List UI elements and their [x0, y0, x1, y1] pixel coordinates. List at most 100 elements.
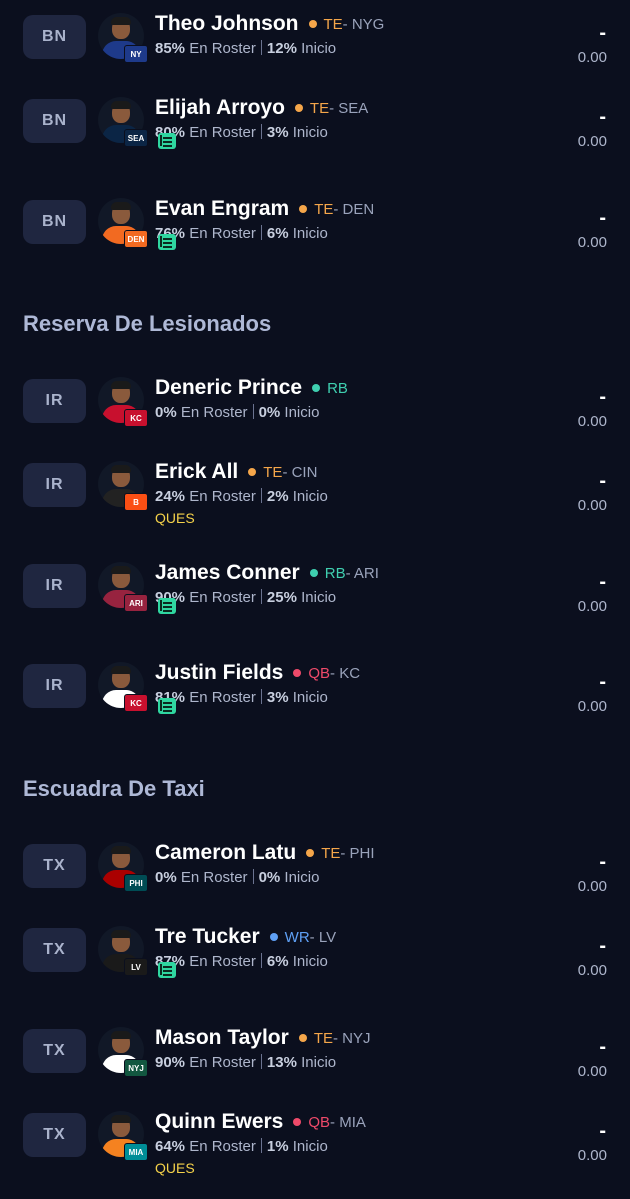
player-position: TE: [321, 844, 341, 862]
player-avatar[interactable]: DEN: [98, 198, 148, 248]
section-title-injured-reserve: Reserva De Lesionados: [23, 311, 272, 336]
start-pct: 3%: [266, 689, 289, 706]
player-name[interactable]: Mason Taylor: [155, 1026, 289, 1050]
position-dot-icon: [293, 1118, 302, 1126]
player-avatar[interactable]: ARI: [98, 562, 148, 612]
projection-value: 0.00: [577, 413, 607, 430]
start-pct: 0%: [258, 404, 281, 421]
player-avatar[interactable]: KC: [98, 377, 148, 427]
player-name-line: Tre Tucker WR - LV: [155, 925, 336, 949]
player-avatar[interactable]: MIA: [98, 1111, 148, 1161]
stats-divider: [252, 869, 254, 884]
slot-button[interactable]: IR: [23, 664, 86, 708]
slot-label: TX: [43, 941, 66, 958]
projection-dash: -: [599, 470, 606, 492]
projection-dash: -: [599, 671, 606, 693]
player-name[interactable]: Evan Engram: [155, 197, 289, 221]
team-logo-icon: KC: [124, 409, 148, 427]
team-logo-icon: LV: [124, 958, 148, 976]
player-team: - SEA: [329, 99, 369, 117]
player-stats: 87% En Roster6% Inicio: [155, 953, 328, 970]
slot-label: BN: [41, 112, 68, 129]
player-name[interactable]: Justin Fields: [155, 661, 283, 685]
player-avatar[interactable]: SEA: [98, 97, 148, 147]
player-team: - KC: [330, 664, 361, 682]
slot-button[interactable]: TX: [23, 844, 86, 888]
start-label: Inicio: [292, 124, 328, 141]
slot-label: TX: [43, 1042, 66, 1059]
start-pct: 1%: [266, 1138, 289, 1155]
projection-value: 0.00: [577, 497, 607, 514]
slot-label: IR: [45, 392, 64, 409]
start-label: Inicio: [292, 488, 328, 505]
player-stats: 81% En Roster3% Inicio: [155, 689, 328, 706]
team-logo-icon: ARI: [124, 594, 148, 612]
player-name[interactable]: Quinn Ewers: [155, 1110, 283, 1134]
roster-label: En Roster: [189, 1054, 256, 1071]
player-avatar[interactable]: KC: [98, 662, 148, 712]
roster-label: En Roster: [189, 225, 256, 242]
player-team: - CIN: [282, 463, 318, 481]
player-position: TE: [263, 463, 283, 481]
news-icon[interactable]: [158, 698, 176, 714]
news-icon[interactable]: [158, 598, 176, 614]
player-row[interactable]: TX MIA Quinn Ewers QB - MIA 64% En Roste…: [0, 0, 630, 1176]
injury-status: QUES: [155, 1160, 195, 1176]
position-dot-icon: [293, 669, 302, 677]
news-icon[interactable]: [158, 962, 176, 978]
slot-button[interactable]: TX: [23, 1113, 86, 1157]
player-name[interactable]: Erick All: [155, 460, 238, 484]
player-stats: 0% En Roster 0% Inicio: [155, 404, 319, 421]
roster-label: En Roster: [189, 488, 256, 505]
position-dot-icon: [269, 933, 278, 941]
player-position: TE: [323, 15, 343, 33]
slot-button[interactable]: TX: [23, 1029, 86, 1073]
roster-pct: 24%: [155, 488, 186, 505]
player-position: TE: [313, 1029, 333, 1047]
player-team: - NYJ: [332, 1029, 371, 1047]
player-avatar[interactable]: NYJ: [98, 1027, 148, 1077]
team-logo-icon: PHI: [124, 874, 148, 892]
player-avatar[interactable]: B: [98, 461, 148, 511]
roster-pct: 85%: [155, 40, 186, 57]
slot-button[interactable]: IR: [23, 379, 86, 423]
projection-value: 0.00: [577, 598, 607, 615]
slot-label: IR: [45, 677, 64, 694]
stats-divider: [252, 404, 254, 419]
player-name[interactable]: Cameron Latu: [155, 841, 296, 865]
player-name[interactable]: Tre Tucker: [155, 925, 260, 949]
slot-button[interactable]: BN: [23, 200, 86, 244]
player-name[interactable]: Deneric Prince: [155, 376, 302, 400]
roster-label: En Roster: [189, 40, 256, 57]
roster-label: En Roster: [189, 689, 256, 706]
slot-button[interactable]: BN: [23, 99, 86, 143]
slot-button[interactable]: BN: [23, 15, 86, 59]
team-logo-icon: KC: [124, 694, 148, 712]
projection-dash: -: [599, 935, 606, 957]
player-name[interactable]: Theo Johnson: [155, 12, 299, 36]
news-icon[interactable]: [158, 234, 176, 250]
slot-button[interactable]: IR: [23, 564, 86, 608]
team-logo-icon: NY: [124, 45, 148, 63]
start-label: Inicio: [292, 953, 328, 970]
player-position: QB: [308, 1113, 331, 1131]
player-name[interactable]: Elijah Arroyo: [155, 96, 285, 120]
player-stats: 24% En Roster 2% Inicio: [155, 488, 328, 505]
player-avatar[interactable]: PHI: [98, 842, 148, 892]
player-avatar[interactable]: NY: [98, 13, 148, 63]
stats-divider: [260, 1054, 262, 1069]
player-name-line: Deneric Prince RB: [155, 376, 348, 400]
roster-label: En Roster: [180, 869, 248, 886]
player-avatar[interactable]: LV: [98, 926, 148, 976]
slot-button[interactable]: TX: [23, 928, 86, 972]
projection-value: 0.00: [577, 1063, 607, 1080]
player-stats: 90% En Roster25% Inicio: [155, 589, 336, 606]
news-icon[interactable]: [158, 133, 176, 149]
player-position: RB: [327, 379, 348, 397]
slot-button[interactable]: IR: [23, 463, 86, 507]
projection-value: 0.00: [577, 133, 607, 150]
start-label: Inicio: [301, 1054, 337, 1071]
projection-value: 0.00: [577, 49, 607, 66]
team-logo-icon: B: [124, 493, 148, 511]
player-name[interactable]: James Conner: [155, 561, 300, 585]
